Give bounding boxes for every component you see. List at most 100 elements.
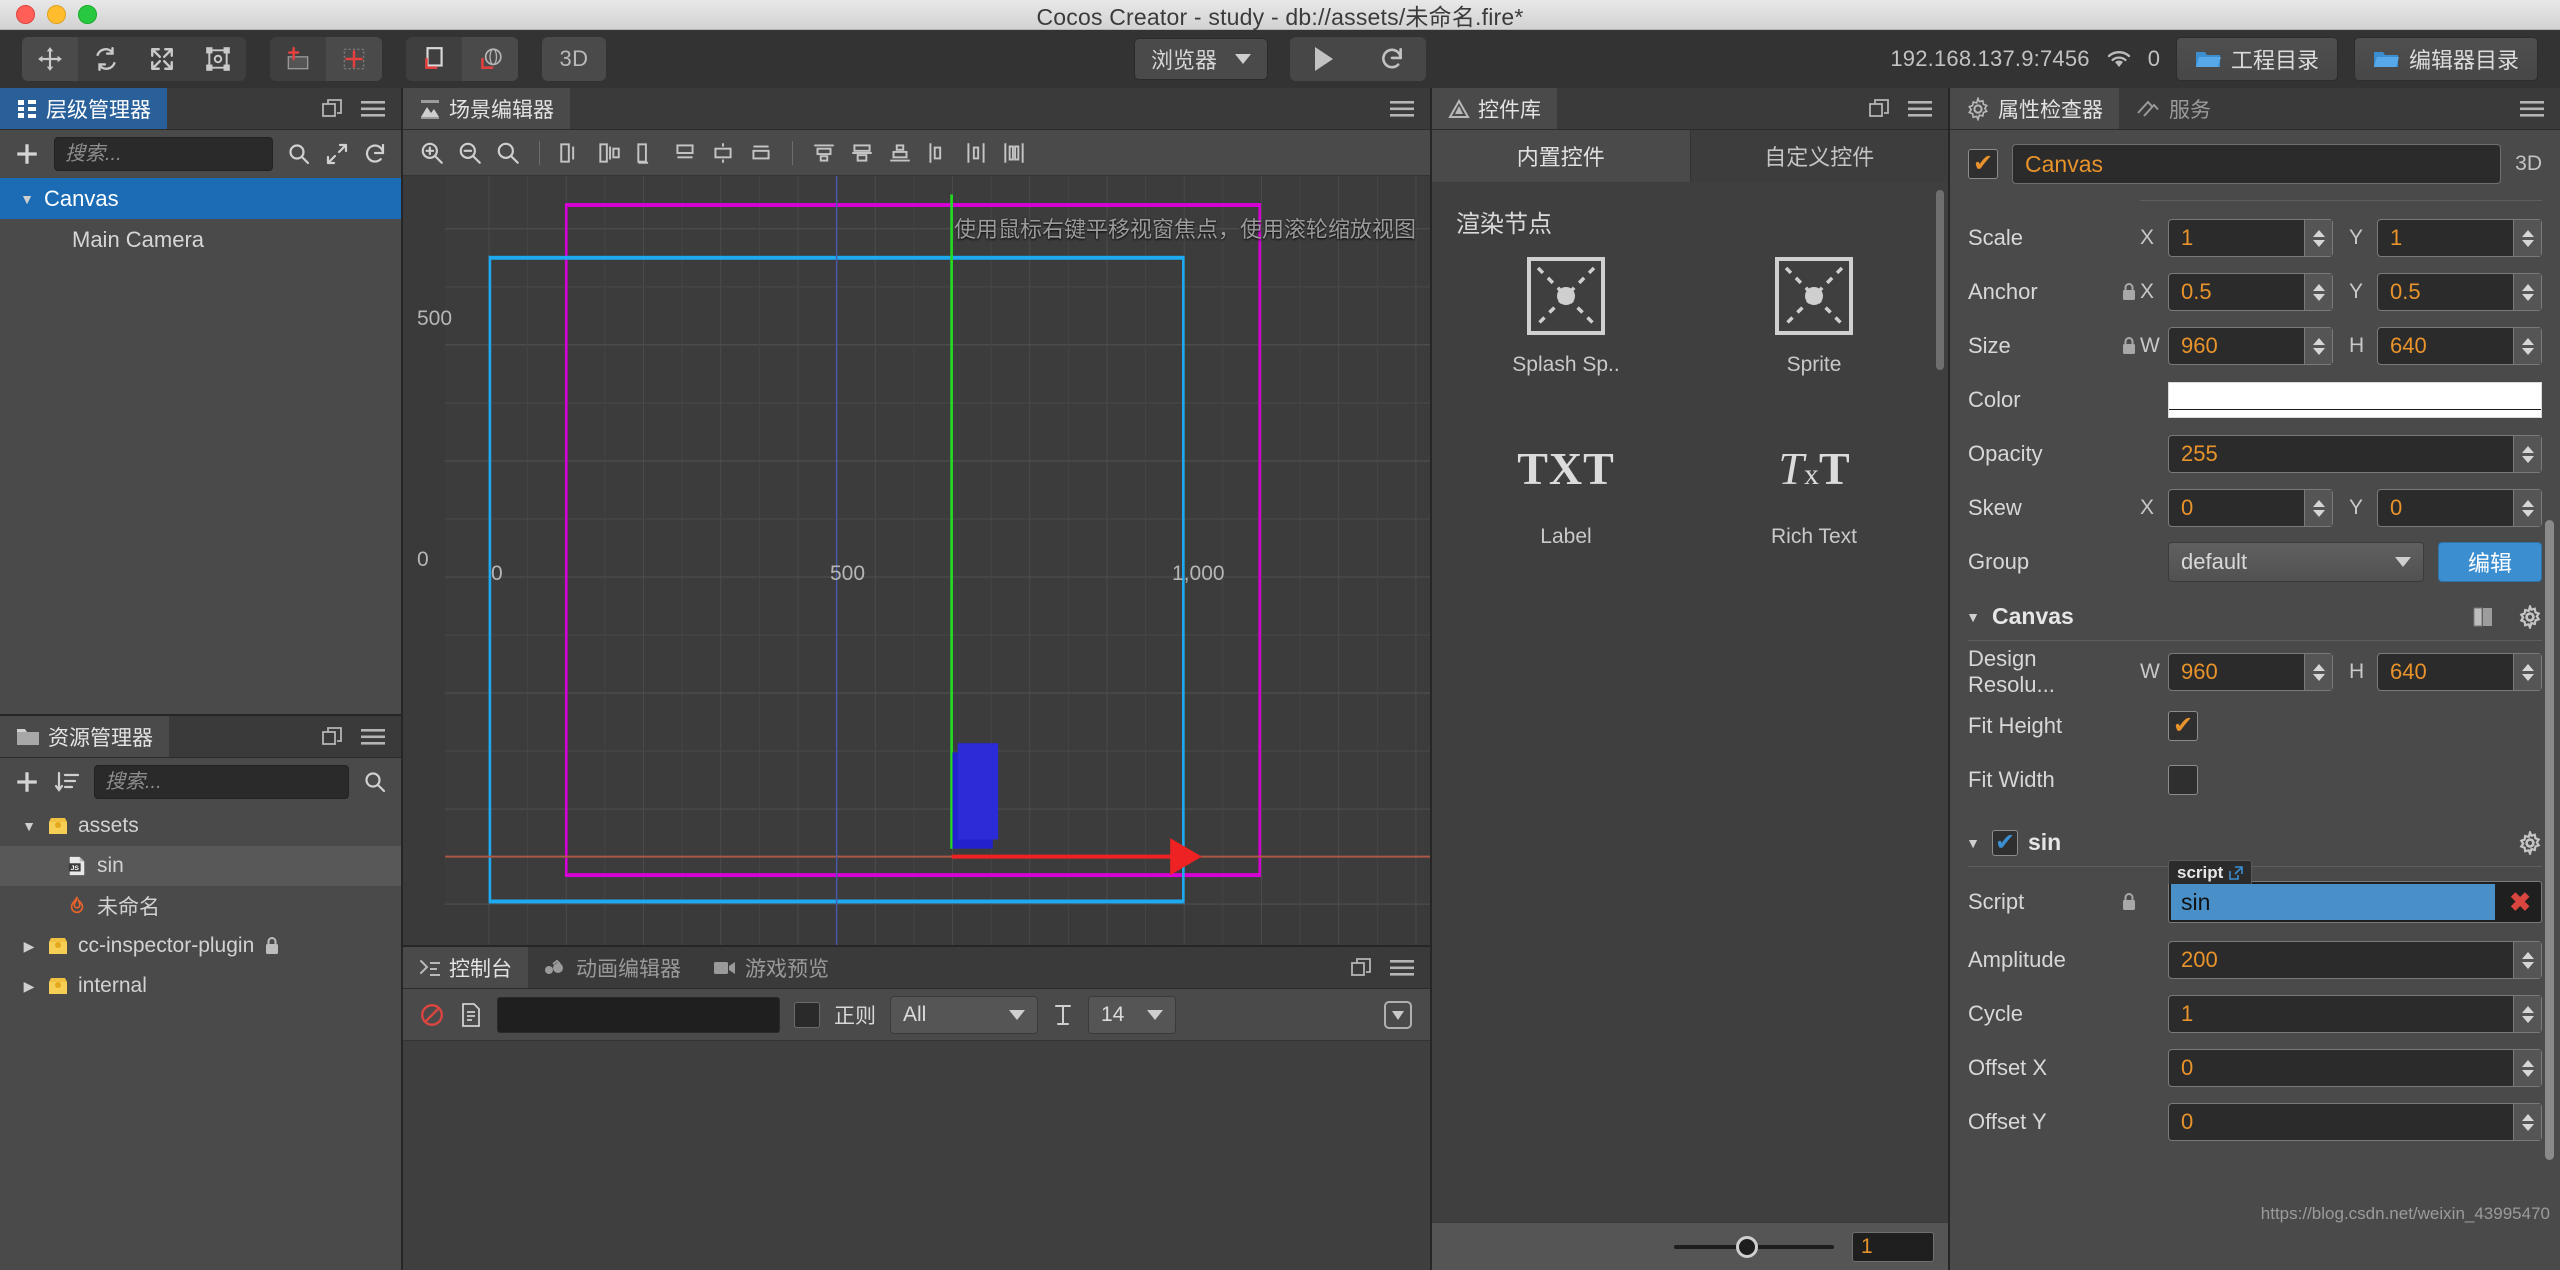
scale-tool-icon[interactable] xyxy=(134,37,190,81)
add-asset-button[interactable] xyxy=(14,769,40,795)
offset-x-input[interactable]: 0 xyxy=(2168,1049,2542,1087)
external-link-icon[interactable] xyxy=(2229,865,2244,880)
regex-checkbox[interactable] xyxy=(794,1001,820,1028)
sort-assets-button[interactable] xyxy=(54,770,80,794)
scale-x-input[interactable]: 1 xyxy=(2168,219,2333,257)
stepper[interactable] xyxy=(2304,220,2332,256)
library-item-rich-text[interactable]: TxT Rich Text xyxy=(1690,425,1938,549)
node-enabled-checkbox[interactable] xyxy=(1968,149,1998,179)
stepper[interactable] xyxy=(2304,328,2332,364)
stepper[interactable] xyxy=(2513,996,2541,1032)
distribute-bottom-icon[interactable] xyxy=(883,136,917,170)
color-swatch[interactable] xyxy=(2168,382,2542,418)
toggle-3d-button[interactable]: 3D xyxy=(542,37,606,81)
group-select[interactable]: default xyxy=(2168,542,2424,582)
tab-animation-editor[interactable]: 动画编辑器 xyxy=(528,947,697,988)
tree-node-main-camera[interactable]: Main Camera xyxy=(0,219,401,260)
popout-icon[interactable] xyxy=(1868,98,1890,120)
library-item-sprite[interactable]: Sprite xyxy=(1690,253,1938,377)
zoom-out-icon[interactable] xyxy=(453,136,487,170)
library-zoom-value[interactable]: 1 xyxy=(1852,1231,1934,1262)
chevron-down-icon[interactable]: ▼ xyxy=(1964,835,1982,851)
hierarchy-search-box[interactable] xyxy=(54,137,273,171)
distribute-horizontal-icon[interactable] xyxy=(921,136,955,170)
assets-search-button[interactable] xyxy=(363,770,387,794)
slider-knob[interactable] xyxy=(1736,1235,1758,1258)
tab-console[interactable]: 控制台 xyxy=(403,947,528,988)
align-horizontal-center-icon[interactable] xyxy=(592,136,626,170)
inspector-scrollbar[interactable] xyxy=(2545,520,2554,1160)
align-bottom-icon[interactable] xyxy=(744,136,778,170)
hierarchy-search-input[interactable] xyxy=(65,142,262,166)
menu-icon[interactable] xyxy=(1908,100,1932,118)
stepper[interactable] xyxy=(2304,490,2332,526)
global-coord-tool-icon[interactable] xyxy=(462,37,518,81)
tab-assets[interactable]: 资源管理器 xyxy=(0,716,169,757)
skew-x-input[interactable]: 0 xyxy=(2168,489,2333,527)
opacity-input[interactable]: 255 xyxy=(2168,435,2542,473)
pivot-tool-icon[interactable] xyxy=(270,37,326,81)
design-resolution-w-input[interactable]: 960 xyxy=(2168,653,2333,691)
align-vertical-center-icon[interactable] xyxy=(706,136,740,170)
add-node-button[interactable] xyxy=(14,141,40,167)
align-top-icon[interactable] xyxy=(668,136,702,170)
node-name-field[interactable]: Canvas xyxy=(2012,144,2502,184)
fit-height-checkbox[interactable] xyxy=(2168,711,2198,741)
zoom-in-icon[interactable] xyxy=(415,136,449,170)
stepper[interactable] xyxy=(2513,490,2541,526)
anchor-x-input[interactable]: 0.5 xyxy=(2168,273,2333,311)
stepper[interactable] xyxy=(2513,436,2541,472)
play-button[interactable] xyxy=(1290,37,1358,81)
amplitude-input[interactable]: 200 xyxy=(2168,941,2542,979)
anchor-y-input[interactable]: 0.5 xyxy=(2377,273,2542,311)
chevron-down-icon[interactable]: ▼ xyxy=(18,191,36,207)
edit-group-button[interactable]: 编辑 xyxy=(2438,542,2542,582)
stepper[interactable] xyxy=(2513,274,2541,310)
gear-icon[interactable] xyxy=(2518,830,2542,855)
cycle-input[interactable]: 1 xyxy=(2168,995,2542,1033)
scale-y-input[interactable]: 1 xyxy=(2377,219,2542,257)
stepper[interactable] xyxy=(2513,220,2541,256)
design-resolution-h-input[interactable]: 640 xyxy=(2377,653,2542,691)
menu-icon[interactable] xyxy=(1390,959,1414,977)
distribute-top-icon[interactable] xyxy=(807,136,841,170)
console-output[interactable] xyxy=(403,1041,1430,1270)
rect-tool-icon[interactable] xyxy=(190,37,246,81)
move-tool-icon[interactable] xyxy=(22,37,78,81)
asset-row-internal[interactable]: ▶ internal xyxy=(0,966,401,1006)
stepper[interactable] xyxy=(2304,654,2332,690)
sin-enabled-checkbox[interactable] xyxy=(1992,829,2018,856)
assets-search-input[interactable] xyxy=(105,770,338,794)
font-size-select[interactable]: 14 xyxy=(1088,995,1176,1034)
popout-icon[interactable] xyxy=(321,726,343,748)
tab-builtin-widgets[interactable]: 内置控件 xyxy=(1432,130,1690,182)
library-item-splash-sprite[interactable]: Splash Sp.. xyxy=(1442,253,1690,377)
center-tool-icon[interactable] xyxy=(326,37,382,81)
expand-all-button[interactable] xyxy=(325,142,349,166)
console-filter-input[interactable] xyxy=(497,996,780,1033)
open-project-dir-button[interactable]: 工程目录 xyxy=(2175,37,2338,81)
open-editor-dir-button[interactable]: 编辑器目录 xyxy=(2353,37,2538,81)
popout-icon[interactable] xyxy=(1350,957,1372,979)
export-log-button[interactable] xyxy=(459,1002,483,1028)
menu-icon[interactable] xyxy=(361,100,385,118)
offset-y-input[interactable]: 0 xyxy=(2168,1103,2542,1141)
help-doc-icon[interactable] xyxy=(2470,605,2496,629)
tab-scene-editor[interactable]: 场景编辑器 xyxy=(403,88,570,129)
distribute-middle-icon[interactable] xyxy=(845,136,879,170)
clear-script-button[interactable]: ✖ xyxy=(2509,887,2531,918)
menu-icon[interactable] xyxy=(1390,100,1414,118)
asset-row-cc-inspector-plugin[interactable]: ▶ cc-inspector-plugin xyxy=(0,926,401,966)
tab-custom-widgets[interactable]: 自定义控件 xyxy=(1689,130,1948,182)
log-level-select[interactable]: All xyxy=(890,995,1038,1034)
popout-icon[interactable] xyxy=(321,98,343,120)
zoom-reset-icon[interactable] xyxy=(491,136,525,170)
stepper[interactable] xyxy=(2513,1104,2541,1140)
stepper[interactable] xyxy=(2513,1050,2541,1086)
distribute-spacing-icon[interactable] xyxy=(997,136,1031,170)
script-asset-field[interactable]: script sin ✖ xyxy=(2168,860,2542,923)
size-w-input[interactable]: 960 xyxy=(2168,327,2333,365)
align-right-icon[interactable] xyxy=(630,136,664,170)
preview-target-dropdown[interactable]: 浏览器 xyxy=(1133,38,1269,80)
stepper[interactable] xyxy=(2304,274,2332,310)
